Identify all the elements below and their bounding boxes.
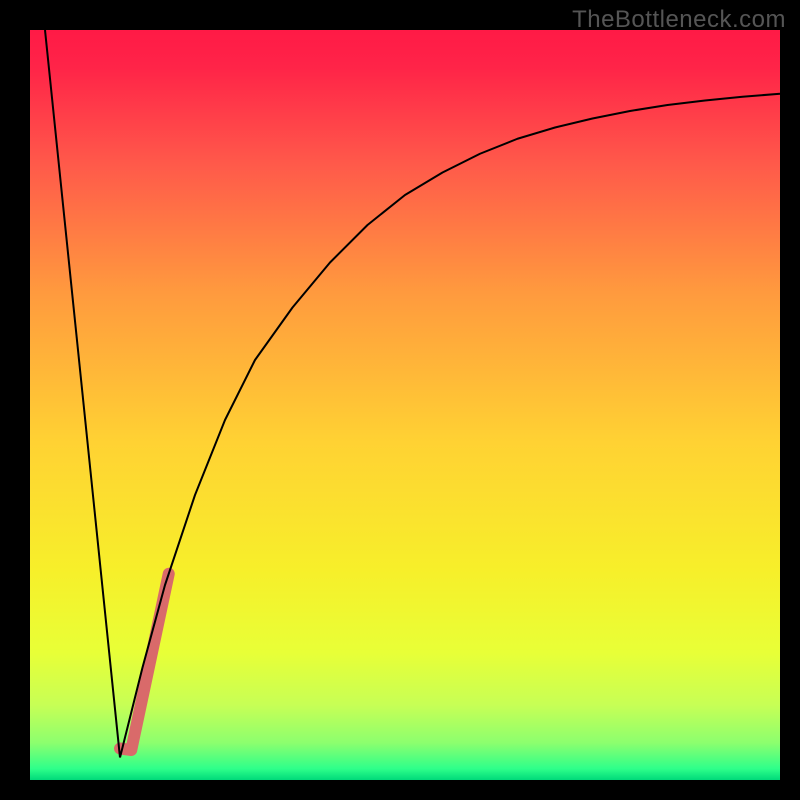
bottleneck-chart [0, 0, 800, 800]
chart-container: TheBottleneck.com [0, 0, 800, 800]
